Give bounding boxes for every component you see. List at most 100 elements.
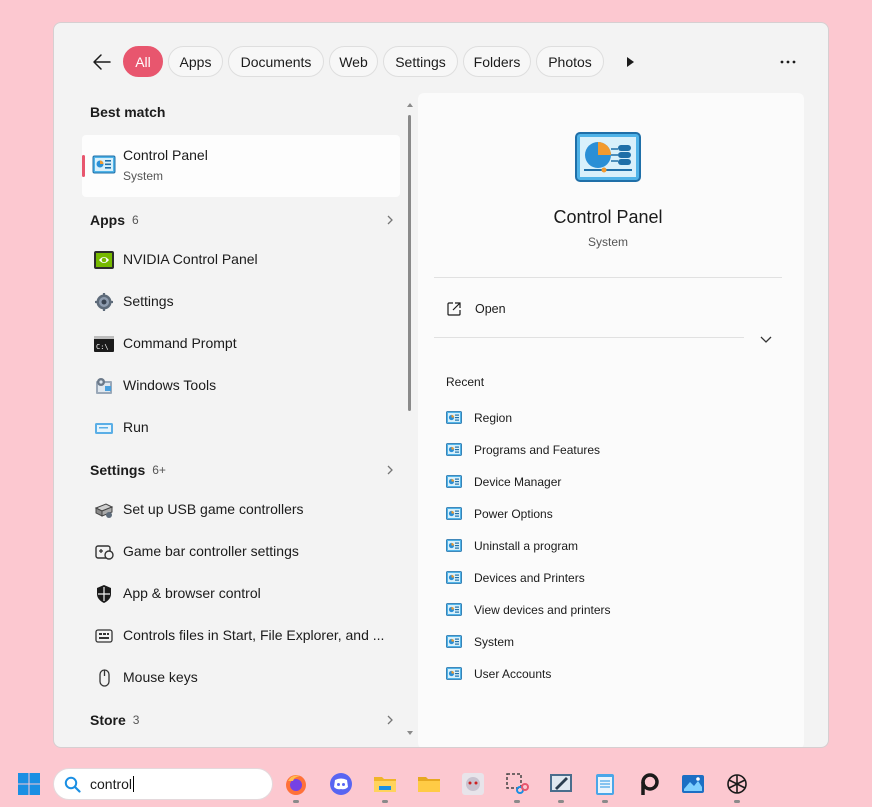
filter-all[interactable]: All xyxy=(123,46,163,77)
running-indicator xyxy=(293,800,299,803)
filter-apps[interactable]: Apps xyxy=(168,46,223,77)
results-list: Best match Control Panel System Apps 6 N… xyxy=(82,93,400,747)
expand-button[interactable] xyxy=(758,331,774,347)
recent-header: Recent xyxy=(446,375,485,389)
filter-documents[interactable]: Documents xyxy=(228,46,324,77)
search-query-text: control xyxy=(90,776,133,792)
paint-icon[interactable] xyxy=(549,772,573,796)
best-match-item[interactable]: Control Panel System xyxy=(82,135,400,197)
recent-item-label: Device Manager xyxy=(474,475,562,489)
discord-icon[interactable] xyxy=(329,772,353,796)
recent-item-label: Uninstall a program xyxy=(474,539,579,553)
notepad-icon[interactable] xyxy=(593,772,617,796)
filter-settings[interactable]: Settings xyxy=(383,46,458,77)
more-filters-button[interactable] xyxy=(620,52,640,72)
store-header-label: Store xyxy=(90,712,126,728)
filter-folders[interactable]: Folders xyxy=(463,46,531,77)
photos-icon[interactable] xyxy=(681,772,705,796)
setting-item-game-bar[interactable]: Game bar controller settings xyxy=(82,532,400,572)
best-match-header: Best match xyxy=(90,101,396,123)
setting-item-start-folders[interactable]: Controls files in Start, File Explorer, … xyxy=(82,616,400,656)
game-controller-setup-icon xyxy=(94,503,114,518)
apps-header-label: Apps xyxy=(90,212,125,228)
chevron-down-icon xyxy=(760,336,772,343)
selection-indicator xyxy=(82,155,85,177)
app-item-label: Command Prompt xyxy=(123,335,237,351)
app-item-command-prompt[interactable]: C:\ Command Prompt xyxy=(82,324,400,364)
gamepad-icon xyxy=(95,545,114,560)
setting-item-label: Game bar controller settings xyxy=(123,543,299,559)
settings-section-header[interactable]: Settings 6+ xyxy=(90,459,396,481)
recent-item[interactable]: Device Manager xyxy=(446,472,561,492)
picsart-icon[interactable] xyxy=(637,772,661,796)
scrollbar-thumb[interactable] xyxy=(408,115,411,411)
snipping-tool-icon[interactable] xyxy=(505,772,529,796)
recent-item[interactable]: View devices and printers xyxy=(446,600,611,620)
recent-item-label: Devices and Printers xyxy=(474,571,585,585)
app-item-windows-tools[interactable]: Windows Tools xyxy=(82,366,400,406)
app-item-nvidia[interactable]: NVIDIA Control Panel xyxy=(82,240,400,280)
setting-item-usb-controllers[interactable]: Set up USB game controllers xyxy=(82,490,400,530)
svg-text:C:\: C:\ xyxy=(96,343,109,351)
recent-item[interactable]: User Accounts xyxy=(446,664,551,684)
scroll-up-icon[interactable] xyxy=(406,101,414,109)
file-explorer-icon[interactable] xyxy=(373,772,397,796)
run-icon xyxy=(95,423,113,434)
recent-item[interactable]: System xyxy=(446,632,514,652)
recent-item[interactable]: Power Options xyxy=(446,504,553,524)
running-indicator xyxy=(382,800,388,803)
recent-item[interactable]: Programs and Features xyxy=(446,440,600,460)
control-panel-icon xyxy=(446,443,462,456)
setting-item-mouse-keys[interactable]: Mouse keys xyxy=(82,658,400,698)
back-button[interactable] xyxy=(90,50,114,74)
apps-section-header[interactable]: Apps 6 xyxy=(90,209,396,231)
results-scrollbar[interactable] xyxy=(406,101,414,737)
chevron-right-icon xyxy=(387,715,393,725)
chevron-right-icon xyxy=(387,215,393,225)
start-folders-icon xyxy=(95,629,113,643)
settings-header-label: Settings xyxy=(90,462,146,478)
shield-icon xyxy=(97,585,111,603)
filter-web[interactable]: Web xyxy=(329,46,378,77)
taskbar-search-box[interactable]: control xyxy=(53,768,273,800)
app-item-run[interactable]: Run xyxy=(82,408,400,448)
filter-photos[interactable]: Photos xyxy=(536,46,604,77)
detail-subtitle: System xyxy=(587,235,628,249)
setting-item-label: Mouse keys xyxy=(123,669,198,685)
firefox-icon[interactable] xyxy=(284,772,308,796)
start-search-panel: All Apps Documents Web Settings Folders … xyxy=(53,22,829,748)
recent-item-label: System xyxy=(474,635,515,649)
scroll-down-icon[interactable] xyxy=(406,729,414,737)
more-options-button[interactable] xyxy=(776,50,800,74)
tools-icon xyxy=(96,378,112,394)
store-section-header[interactable]: Store 3 xyxy=(90,709,396,731)
setting-item-label: App & browser control xyxy=(123,585,261,601)
folder-icon[interactable] xyxy=(417,772,441,796)
open-external-icon xyxy=(447,302,461,316)
control-panel-icon xyxy=(446,507,462,520)
chatgpt-icon[interactable] xyxy=(725,772,749,796)
gear-icon xyxy=(95,293,113,311)
ellipsis-icon xyxy=(780,60,796,64)
recent-item[interactable]: Uninstall a program xyxy=(446,536,578,556)
running-indicator xyxy=(558,800,564,803)
filter-bar: All Apps Documents Web Settings Folders … xyxy=(54,46,828,78)
search-query[interactable]: control xyxy=(90,776,135,792)
detail-pane: Control Panel System Open Recent Region P… xyxy=(418,93,804,747)
start-button[interactable] xyxy=(17,772,41,796)
settings-count: 6+ xyxy=(152,463,166,477)
control-panel-icon xyxy=(446,539,462,552)
best-match-label: Best match xyxy=(90,104,166,120)
recent-item[interactable]: Devices and Printers xyxy=(446,568,585,588)
control-panel-icon xyxy=(446,635,462,648)
chevron-right-icon xyxy=(387,465,393,475)
app-item-label: Settings xyxy=(123,293,174,309)
recent-item-label: Region xyxy=(474,411,513,425)
app-item-settings[interactable]: Settings xyxy=(82,282,400,322)
anime-app-icon[interactable] xyxy=(461,772,485,796)
detail-title: Control Panel xyxy=(553,207,663,227)
recent-item[interactable]: Region xyxy=(446,408,512,428)
setting-item-app-browser-control[interactable]: App & browser control xyxy=(82,574,400,614)
divider xyxy=(434,277,782,278)
open-action[interactable]: Open xyxy=(446,299,506,319)
